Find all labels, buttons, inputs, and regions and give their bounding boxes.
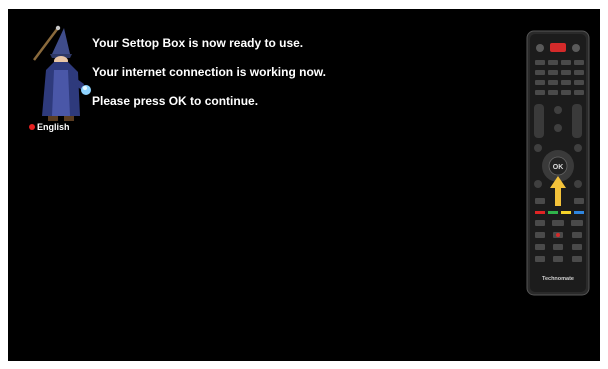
message-press-ok: Please press OK to continue. — [92, 94, 259, 108]
remote-brand-label: Technomate — [542, 276, 574, 282]
language-dot-icon — [29, 124, 35, 130]
language-indicator[interactable]: English — [29, 122, 70, 132]
remote-ok-label: OK — [553, 164, 564, 171]
message-internet: Your internet connection is working now. — [92, 65, 327, 79]
setup-messages: Your Settop Box is now ready to use. You… — [92, 36, 326, 123]
wizard-mascot-icon — [33, 25, 91, 121]
tv-screen: English Your Settop Box is now ready to … — [8, 9, 600, 361]
message-ready: Your Settop Box is now ready to use. — [92, 36, 304, 50]
remote-control-icon: OK Technomate — [526, 30, 590, 296]
language-label: English — [37, 122, 70, 132]
